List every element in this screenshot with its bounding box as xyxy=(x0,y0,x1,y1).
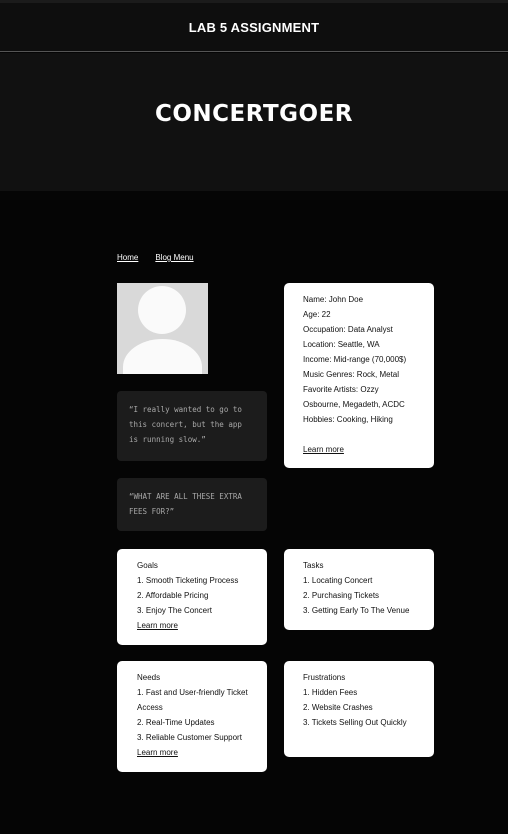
profile-hobbies: Hobbies: Cooking, Hiking xyxy=(303,415,393,424)
profile-occupation: Occupation: Data Analyst xyxy=(303,325,393,334)
card-title: Goals xyxy=(137,561,158,570)
list-item: 3. Tickets Selling Out Quickly xyxy=(303,718,407,727)
site-title[interactable]: LAB 5 ASSIGNMENT xyxy=(0,20,508,35)
avatar-placeholder-icon xyxy=(117,283,208,374)
list-item: 3. Getting Early To The Venue xyxy=(303,606,410,615)
needs-card: Needs 1. Fast and User-friendly Ticket A… xyxy=(117,661,267,772)
avatar-body xyxy=(123,339,202,374)
profile-income: Income: Mid-range (70,000$) xyxy=(303,355,407,364)
profile-genres: Music Genres: Rock, Metal xyxy=(303,370,400,379)
learn-more-link[interactable]: Learn more xyxy=(137,621,178,630)
tasks-card: Tasks 1. Locating Concert 2. Purchasing … xyxy=(284,549,434,630)
list-item: 3. Reliable Customer Support xyxy=(137,733,242,742)
avatar-head xyxy=(138,286,186,334)
profile-card: Name: John Doe Age: 22 Occupation: Data … xyxy=(284,283,434,468)
top-header-bar: LAB 5 ASSIGNMENT xyxy=(0,0,508,52)
frustrations-card: Frustrations 1. Hidden Fees 2. Website C… xyxy=(284,661,434,757)
learn-more-link[interactable]: Learn more xyxy=(137,748,178,757)
profile-artists: Favorite Artists: Ozzy Osbourne, Megadet… xyxy=(303,385,405,409)
list-item: 1. Smooth Ticketing Process xyxy=(137,576,239,585)
list-item: 1. Locating Concert xyxy=(303,576,373,585)
quote-text: “WHAT ARE ALL THESE EXTRA FEES FOR?” xyxy=(129,492,242,516)
learn-more-link[interactable]: Learn more xyxy=(303,445,344,454)
profile-name: Name: John Doe xyxy=(303,295,364,304)
card-title: Tasks xyxy=(303,561,324,570)
list-item: 2. Real-Time Updates xyxy=(137,718,215,727)
breadcrumb-nav: Home Blog Menu xyxy=(117,253,194,262)
hero-banner: CONCERTGOER xyxy=(0,53,508,191)
goals-card: Goals 1. Smooth Ticketing Process 2. Aff… xyxy=(117,549,267,645)
quote-box: “WHAT ARE ALL THESE EXTRA FEES FOR?” xyxy=(117,478,267,531)
list-item: 2. Purchasing Tickets xyxy=(303,591,380,600)
nav-link-blog-menu[interactable]: Blog Menu xyxy=(155,253,193,262)
quote-text: “I really wanted to go to this concert, … xyxy=(129,405,242,444)
profile-location: Location: Seattle, WA xyxy=(303,340,380,349)
list-item: 1. Fast and User-friendly Ticket Access xyxy=(137,688,248,712)
list-item: 3. Enjoy The Concert xyxy=(137,606,213,615)
list-item: 1. Hidden Fees xyxy=(303,688,358,697)
card-title: Needs xyxy=(137,673,161,682)
profile-age: Age: 22 xyxy=(303,310,331,319)
nav-link-home[interactable]: Home xyxy=(117,253,138,262)
list-item: 2. Affordable Pricing xyxy=(137,591,209,600)
card-title: Frustrations xyxy=(303,673,346,682)
list-item: 2. Website Crashes xyxy=(303,703,373,712)
quote-box: “I really wanted to go to this concert, … xyxy=(117,391,267,461)
page-title: CONCERTGOER xyxy=(155,101,353,127)
